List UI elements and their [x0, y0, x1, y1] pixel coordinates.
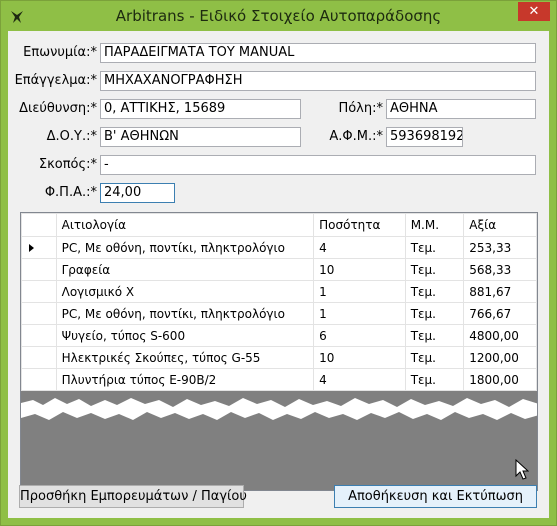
- column-header-quantity[interactable]: Ποσότητα: [313, 213, 406, 237]
- cell-unit[interactable]: Τεμ.: [404, 346, 465, 369]
- row-header[interactable]: [21, 324, 57, 347]
- purpose-label: Σκοπός:*: [38, 157, 97, 172]
- torn-edge-decoration: [21, 398, 537, 420]
- table-row[interactable]: Ηλεκτρικές Σκούπες, τύπος G-55 10 Τεμ. 1…: [21, 346, 537, 369]
- cell-reason[interactable]: Γραφεία: [55, 258, 315, 281]
- cell-unit[interactable]: Τεμ.: [404, 236, 465, 259]
- vat-field[interactable]: 24,00: [100, 183, 175, 203]
- add-goods-button[interactable]: Προσθήκη Εμπορευμάτων / Παγίου: [19, 485, 247, 508]
- items-table: Αιτιολογία Ποσότητα Μ.Μ. Αξία PC, Με οθό…: [21, 213, 537, 391]
- row-header[interactable]: [21, 346, 57, 369]
- cell-unit[interactable]: Τεμ.: [404, 258, 465, 281]
- name-field[interactable]: ΠΑΡΑΔΕΙΓΜΑΤΑ ΤΟΥ MANUAL: [100, 43, 536, 63]
- doy-label: Δ.Ο.Υ.:*: [46, 129, 97, 144]
- cell-value[interactable]: 568,33: [463, 258, 537, 281]
- row-header[interactable]: [21, 280, 57, 303]
- cell-reason[interactable]: PC, Με οθόνη, ποντίκι, πληκτρολόγιο: [55, 302, 315, 325]
- cell-unit[interactable]: Τεμ.: [404, 324, 465, 347]
- cell-reason[interactable]: PC, Με οθόνη, ποντίκι, πληκτρολόγιο: [55, 236, 315, 259]
- grid-header-row: Αιτιολογία Ποσότητα Μ.Μ. Αξία: [21, 213, 537, 237]
- table-row[interactable]: Ψυγείο, τύπος S-600 6 Τεμ. 4800,00: [21, 324, 537, 347]
- address-label: Διεύθυνση:*: [19, 101, 97, 116]
- table-row[interactable]: PC, Με οθόνη, ποντίκι, πληκτρολόγιο 1 Τε…: [21, 302, 537, 325]
- cell-value[interactable]: 881,67: [463, 280, 537, 303]
- cell-value[interactable]: 4800,00: [463, 324, 537, 347]
- table-row[interactable]: PC, Με οθόνη, ποντίκι, πληκτρολόγιο 4 Τε…: [21, 236, 537, 259]
- doy-field[interactable]: Β' ΑΘΗΝΩΝ: [100, 127, 301, 147]
- cell-unit[interactable]: Τεμ.: [404, 280, 465, 303]
- cell-quantity[interactable]: 10: [313, 258, 406, 281]
- vat-label: Φ.Π.Α.:*: [44, 185, 97, 200]
- table-row[interactable]: Λογισμικό Χ 1 Τεμ. 881,67: [21, 280, 537, 303]
- cell-quantity[interactable]: 1: [313, 280, 406, 303]
- save-and-print-button[interactable]: Αποθήκευση και Εκτύπωση: [334, 485, 537, 508]
- window-title: Arbitrans - Ειδικό Στοιχείο Αυτοπαράδοση…: [115, 7, 442, 25]
- cell-value[interactable]: 766,67: [463, 302, 537, 325]
- table-row[interactable]: Γραφεία 10 Τεμ. 568,33: [21, 258, 537, 281]
- close-button[interactable]: ✕: [518, 2, 550, 21]
- cell-reason[interactable]: Ηλεκτρικές Σκούπες, τύπος G-55: [55, 346, 315, 369]
- cell-unit[interactable]: Τεμ.: [404, 302, 465, 325]
- title-bar[interactable]: Arbitrans - Ειδικό Στοιχείο Αυτοπαράδοση…: [1, 1, 556, 31]
- profession-field[interactable]: ΜΗΧΑΧΑΝΟΓΡΑΦΗΣΗ: [100, 71, 536, 91]
- name-label: Επωνυμία:*: [23, 45, 97, 60]
- cell-quantity[interactable]: 6: [313, 324, 406, 347]
- afm-label: Α.Φ.Μ.:*: [329, 129, 383, 144]
- row-header-corner: [21, 213, 57, 237]
- items-grid[interactable]: Αιτιολογία Ποσότητα Μ.Μ. Αξία PC, Με οθό…: [20, 212, 538, 491]
- column-header-reason[interactable]: Αιτιολογία: [55, 213, 315, 237]
- city-label: Πόλη:*: [338, 101, 383, 116]
- cell-value[interactable]: 253,33: [463, 236, 537, 259]
- mouse-pointer-icon: [515, 459, 529, 480]
- purpose-field[interactable]: -: [100, 155, 536, 175]
- cell-reason[interactable]: Ψυγείο, τύπος S-600: [55, 324, 315, 347]
- row-header[interactable]: [21, 302, 57, 325]
- row-header[interactable]: [21, 236, 57, 259]
- current-row-arrow-icon: [29, 243, 34, 252]
- column-header-value[interactable]: Αξία: [463, 213, 537, 237]
- cell-quantity[interactable]: 10: [313, 346, 406, 369]
- column-header-unit[interactable]: Μ.Μ.: [404, 213, 465, 237]
- form-client-area: Επωνυμία:* ΠΑΡΑΔΕΙΓΜΑΤΑ ΤΟΥ MANUAL Επάγγ…: [8, 31, 549, 518]
- afm-field[interactable]: 593698192: [386, 127, 463, 147]
- app-window: Arbitrans - Ειδικό Στοιχείο Αυτοπαράδοση…: [0, 0, 557, 526]
- row-header[interactable]: [21, 258, 57, 281]
- address-field[interactable]: 0, ΑΤΤΙΚΗΣ, 15689: [100, 99, 301, 119]
- profession-label: Επάγγελμα:*: [14, 73, 97, 88]
- city-field[interactable]: ΑΘΗΝΑ: [386, 99, 536, 119]
- cell-value[interactable]: 1200,00: [463, 346, 537, 369]
- cell-quantity[interactable]: 4: [313, 236, 406, 259]
- cell-reason[interactable]: Λογισμικό Χ: [55, 280, 315, 303]
- cell-quantity[interactable]: 1: [313, 302, 406, 325]
